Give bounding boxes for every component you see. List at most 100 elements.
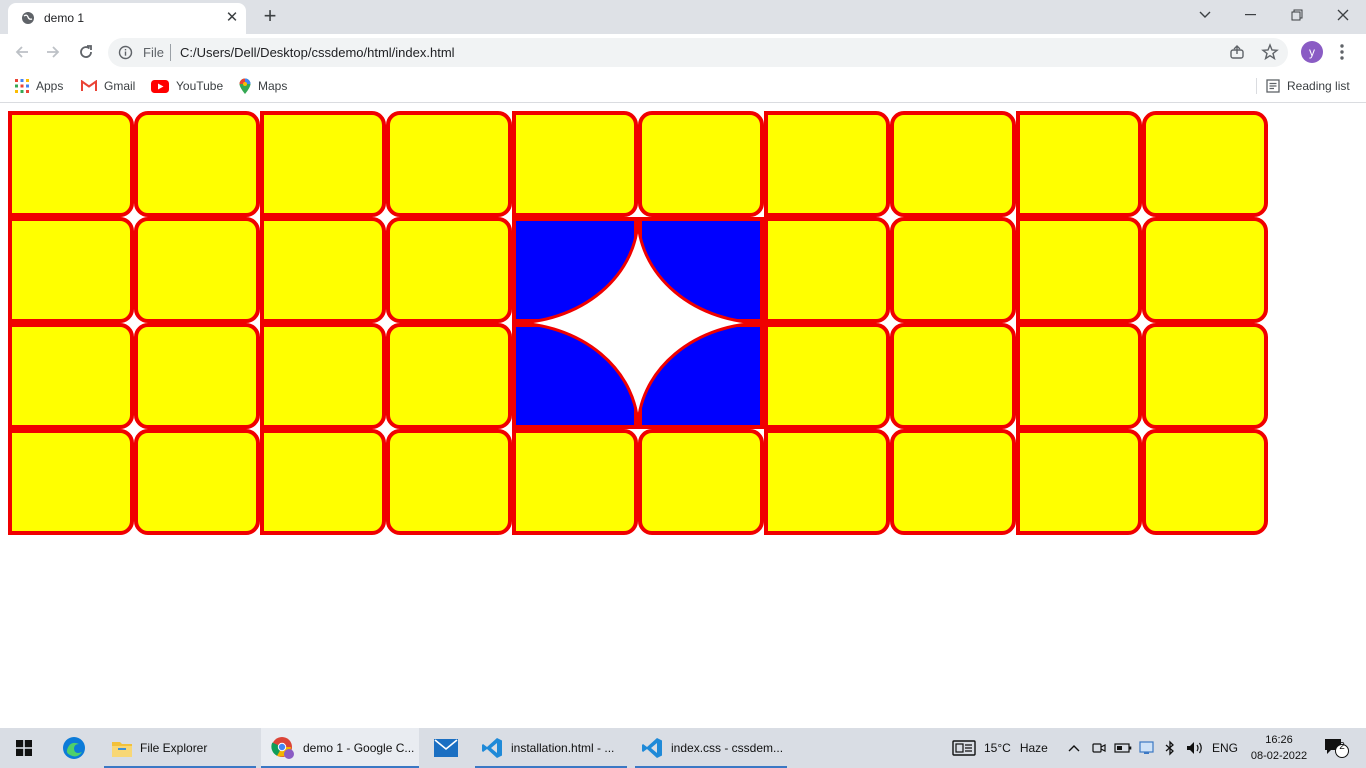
demo-grid	[8, 111, 1268, 535]
grid-cell	[890, 429, 1016, 535]
vscode-icon	[482, 738, 502, 758]
tab-strip: demo 1 ✕ +	[0, 0, 1366, 34]
grid-cell	[890, 323, 1016, 429]
weather-widget[interactable]: 15°C Haze	[952, 728, 1048, 768]
taskbar-label: demo 1 - Google C...	[303, 741, 415, 755]
apps-grid-icon	[15, 79, 29, 93]
grid-cell	[386, 111, 512, 217]
taskbar-file-explorer[interactable]: File Explorer	[104, 728, 256, 768]
back-button[interactable]	[10, 40, 34, 64]
browser-tab[interactable]: demo 1 ✕	[8, 3, 246, 34]
taskbar-chrome[interactable]: demo 1 - Google C...	[261, 728, 419, 768]
windows-taskbar: File Explorer demo 1 - Google C... insta…	[0, 728, 1366, 768]
forward-arrow-icon	[47, 46, 60, 58]
folder-icon	[112, 742, 132, 757]
bookmarks-divider	[1256, 78, 1257, 94]
volume-icon[interactable]	[1186, 728, 1204, 768]
new-tab-button[interactable]: +	[258, 5, 282, 29]
minimize-button[interactable]	[1228, 0, 1274, 30]
language-label: ENG	[1212, 741, 1239, 755]
address-bar[interactable]: File C:/Users/Dell/Desktop/cssdemo/html/…	[108, 38, 1288, 67]
grid-cell	[512, 111, 638, 217]
bookmark-maps[interactable]: Maps	[239, 77, 287, 95]
taskbar-label: File Explorer	[140, 741, 208, 755]
bookmark-gmail[interactable]: Gmail	[81, 77, 135, 95]
grid-cell	[1016, 323, 1142, 429]
grid-cell	[8, 111, 134, 217]
restore-button[interactable]	[1274, 0, 1320, 30]
grid-cell	[1142, 217, 1268, 323]
grid-cell	[764, 323, 890, 429]
bluetooth-icon[interactable]	[1162, 728, 1178, 768]
grid-cell	[134, 111, 260, 217]
bookmark-star-icon[interactable]	[1261, 43, 1279, 61]
grid-cell	[1142, 429, 1268, 535]
bookmark-apps[interactable]: Apps	[15, 77, 63, 95]
edge-icon	[63, 737, 85, 759]
close-window-button[interactable]	[1320, 0, 1366, 30]
grid-cell	[8, 323, 134, 429]
windows-logo-icon	[16, 740, 32, 756]
grid-cell	[134, 429, 260, 535]
taskbar-mail[interactable]	[424, 728, 468, 768]
bookmark-label: Gmail	[104, 79, 136, 93]
maps-pin-icon	[239, 78, 251, 94]
meet-now-icon[interactable]	[1092, 728, 1106, 768]
forward-button[interactable]	[41, 40, 65, 64]
clock-date: 08-02-2022	[1250, 750, 1308, 762]
info-icon[interactable]	[118, 45, 133, 60]
grid-cell	[764, 217, 890, 323]
share-icon[interactable]	[1229, 44, 1245, 60]
grid-cell	[8, 429, 134, 535]
taskbar-label: installation.html - ...	[511, 741, 615, 755]
grid-cell	[1016, 111, 1142, 217]
taskbar-vscode-installation[interactable]: installation.html - ...	[475, 728, 627, 768]
grid-cell	[764, 111, 890, 217]
grid-cell	[764, 429, 890, 535]
grid-cell	[638, 429, 764, 535]
grid-cell	[638, 323, 764, 429]
grid-cell	[890, 111, 1016, 217]
grid-cell	[260, 111, 386, 217]
reload-icon	[80, 45, 92, 58]
more-menu-icon[interactable]	[1336, 42, 1348, 62]
grid-cell	[386, 217, 512, 323]
bookmark-label: Maps	[258, 79, 288, 93]
language-indicator[interactable]: ENG	[1212, 728, 1238, 768]
bookmark-label: YouTube	[176, 79, 224, 93]
mail-icon	[434, 739, 458, 757]
notifications-button[interactable]: 2	[1324, 728, 1350, 768]
edge-taskbar-button[interactable]	[52, 728, 96, 768]
youtube-icon	[151, 79, 169, 93]
grid-cell	[260, 323, 386, 429]
grid-cell	[386, 323, 512, 429]
show-hidden-icons-button[interactable]	[1068, 728, 1080, 768]
reload-button[interactable]	[74, 40, 98, 64]
grid-cell	[512, 323, 638, 429]
vscode-icon	[642, 738, 662, 758]
url-text[interactable]: C:/Users/Dell/Desktop/cssdemo/html/index…	[180, 45, 455, 60]
reading-list-icon	[1266, 79, 1280, 93]
grid-cell	[386, 429, 512, 535]
tab-close-icon[interactable]: ✕	[224, 10, 240, 26]
profile-avatar[interactable]: y	[1301, 41, 1323, 63]
battery-icon[interactable]	[1114, 728, 1132, 768]
back-arrow-icon	[15, 46, 28, 58]
start-button[interactable]	[0, 728, 48, 768]
browser-toolbar: File C:/Users/Dell/Desktop/cssdemo/html/…	[0, 34, 1366, 70]
grid-cell	[512, 429, 638, 535]
news-weather-icon	[952, 740, 976, 756]
bookmark-youtube[interactable]: YouTube	[151, 77, 223, 95]
omnibox-divider	[170, 44, 171, 61]
reading-list-button[interactable]: Reading list	[1266, 77, 1350, 95]
grid-cell	[8, 217, 134, 323]
grid-cell	[1142, 111, 1268, 217]
taskbar-vscode-index[interactable]: index.css - cssdem...	[635, 728, 787, 768]
tab-search-icon[interactable]	[1182, 0, 1228, 30]
clock[interactable]: 16:26 08-02-2022	[1245, 732, 1313, 764]
notification-count: 2	[1339, 741, 1345, 752]
network-icon[interactable]	[1139, 728, 1155, 768]
gmail-icon	[81, 80, 97, 91]
grid-cell	[638, 217, 764, 323]
grid-cell	[134, 323, 260, 429]
